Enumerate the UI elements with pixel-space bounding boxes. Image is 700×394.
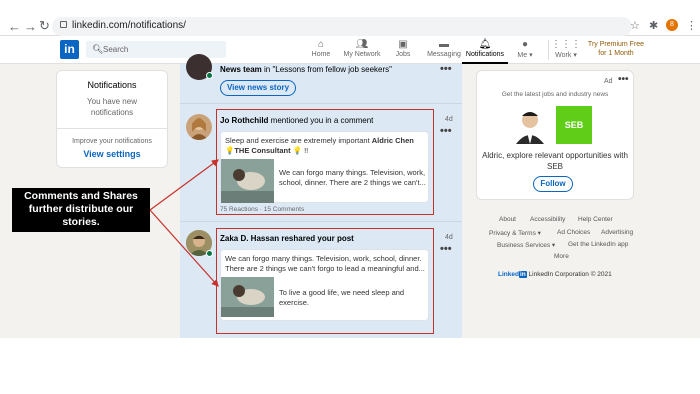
ad-text: Aldric, explore relevant opportunities w… xyxy=(482,151,628,171)
footer-link-app[interactable]: Get the LinkedIn app xyxy=(568,241,628,248)
footer-link-business[interactable]: Business Services ▾ xyxy=(497,241,555,249)
footer-link-ad-choices[interactable]: Ad Choices xyxy=(557,229,590,236)
person-photo xyxy=(516,112,544,144)
seb-logo[interactable]: SEB xyxy=(556,106,592,144)
footer-link-privacy[interactable]: Privacy & Terms ▾ xyxy=(489,229,541,237)
footer-link-more[interactable]: More xyxy=(554,253,569,260)
member-photo xyxy=(512,106,548,144)
footer-link-advertising[interactable]: Advertising xyxy=(601,229,633,236)
ad-options-icon[interactable]: ••• xyxy=(618,74,629,85)
arrow-to-comment xyxy=(149,159,219,211)
footer-link-help-center[interactable]: Help Center xyxy=(578,216,613,223)
ad-subtitle: Get the latest jobs and industry news xyxy=(501,91,609,98)
footer-copyright: Linkedin LinkedIn Corporation © 2021 xyxy=(498,271,612,278)
follow-button[interactable]: Follow xyxy=(533,176,573,192)
arrow-to-reshare xyxy=(149,209,219,287)
footer-link-about[interactable]: About xyxy=(499,216,516,223)
linkedin-wordmark: Linkedin xyxy=(498,271,527,278)
ad-label: Ad xyxy=(604,78,613,85)
screen: ← → ↻ linkedin.com/notifications/ ☆ ✱ 8 … xyxy=(0,0,700,338)
footer-link-accessibility[interactable]: Accessibility xyxy=(530,216,565,223)
callout-note: Comments and Shares further distribute o… xyxy=(12,188,150,232)
